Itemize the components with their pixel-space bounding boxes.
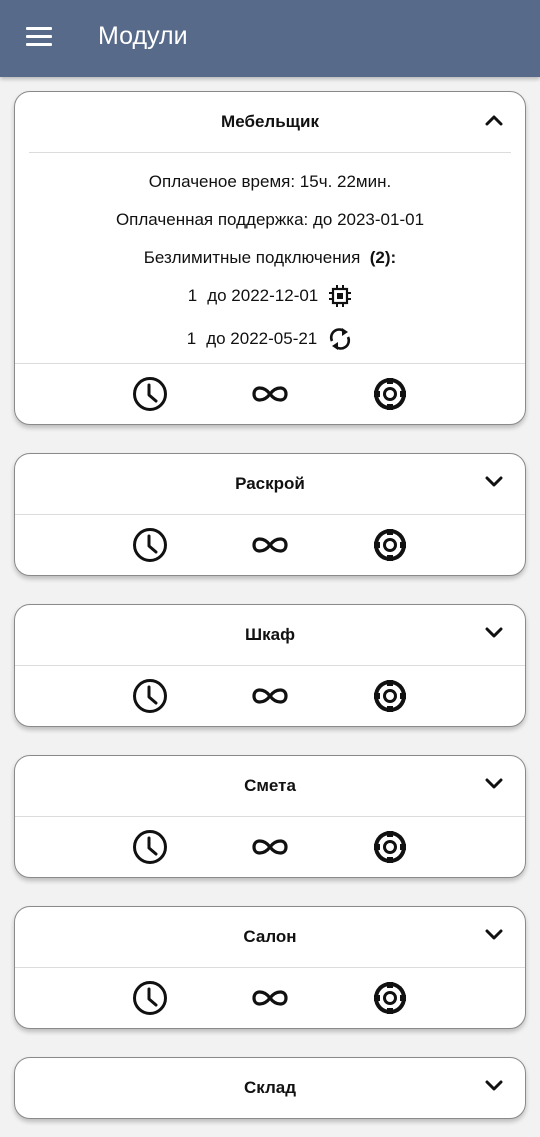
module-header[interactable]: Склад bbox=[15, 1058, 525, 1118]
paid-time: Оплаченое время: 15ч. 22мин. bbox=[148, 172, 392, 191]
module-card: Мебельщик Оплаченое время: 15ч. 22мин. О… bbox=[14, 91, 526, 425]
module-header[interactable]: Шкаф bbox=[15, 605, 525, 665]
lifebuoy-icon[interactable] bbox=[330, 376, 450, 412]
connection-item: 1 до 2022-12-01 bbox=[15, 277, 525, 315]
chevron-down-icon[interactable] bbox=[485, 1080, 503, 1092]
module-details: Оплаченое время: 15ч. 22мин. Оплаченная … bbox=[15, 153, 525, 363]
module-actions bbox=[15, 515, 525, 575]
module-title: Раскрой bbox=[235, 474, 305, 493]
lifebuoy-icon[interactable] bbox=[330, 678, 450, 714]
infinity-icon[interactable] bbox=[210, 533, 330, 557]
chevron-up-icon[interactable] bbox=[485, 114, 503, 126]
unlimited-label: Безлимитные подключения bbox=[143, 248, 361, 267]
module-card: Смета bbox=[14, 755, 526, 878]
chip-icon bbox=[329, 285, 352, 307]
infinity-icon[interactable] bbox=[210, 382, 330, 406]
clock-icon[interactable] bbox=[90, 829, 210, 865]
page-title: Модули bbox=[98, 22, 188, 50]
clock-icon[interactable] bbox=[90, 678, 210, 714]
lifebuoy-icon[interactable] bbox=[330, 527, 450, 563]
module-title: Смета bbox=[244, 776, 296, 795]
module-header[interactable]: Мебельщик bbox=[15, 92, 525, 152]
module-title: Склад bbox=[243, 1078, 297, 1097]
clock-icon[interactable] bbox=[90, 980, 210, 1016]
module-title: Мебельщик bbox=[221, 112, 319, 131]
refresh-icon bbox=[330, 328, 351, 350]
chevron-down-icon[interactable] bbox=[485, 929, 503, 941]
connection-count: 1 bbox=[186, 329, 197, 348]
clock-icon[interactable] bbox=[90, 376, 210, 412]
module-header[interactable]: Раскрой bbox=[15, 454, 525, 514]
connection-count: 1 bbox=[187, 286, 198, 305]
connection-until: до 2022-12-01 bbox=[207, 286, 319, 305]
module-header[interactable]: Смета bbox=[15, 756, 525, 816]
connection-until: до 2022-05-21 bbox=[206, 329, 318, 348]
modules-list: Мебельщик Оплаченое время: 15ч. 22мин. О… bbox=[0, 77, 540, 1119]
module-actions bbox=[15, 968, 525, 1028]
infinity-icon[interactable] bbox=[210, 986, 330, 1010]
module-header[interactable]: Салон bbox=[15, 907, 525, 967]
module-title: Шкаф bbox=[245, 625, 295, 644]
app-bar: Модули bbox=[0, 0, 540, 77]
clock-icon[interactable] bbox=[90, 527, 210, 563]
module-card: Шкаф bbox=[14, 604, 526, 727]
module-actions bbox=[15, 364, 525, 424]
paid-support: Оплаченная поддержка: до 2023-01-01 bbox=[115, 210, 425, 229]
module-card: Салон bbox=[14, 906, 526, 1029]
unlimited-count: (2): bbox=[369, 248, 397, 267]
chevron-down-icon[interactable] bbox=[485, 627, 503, 639]
infinity-icon[interactable] bbox=[210, 835, 330, 859]
module-actions bbox=[15, 817, 525, 877]
lifebuoy-icon[interactable] bbox=[330, 829, 450, 865]
infinity-icon[interactable] bbox=[210, 684, 330, 708]
module-card: Раскрой bbox=[14, 453, 526, 576]
lifebuoy-icon[interactable] bbox=[330, 980, 450, 1016]
module-actions bbox=[15, 666, 525, 726]
connection-item: 1 до 2022-05-21 bbox=[15, 315, 525, 363]
module-card: Склад bbox=[14, 1057, 526, 1119]
unlimited-connections: Безлимитные подключения (2): bbox=[15, 239, 525, 277]
chevron-down-icon[interactable] bbox=[485, 476, 503, 488]
module-title: Салон bbox=[243, 927, 297, 946]
chevron-down-icon[interactable] bbox=[485, 778, 503, 790]
menu-icon[interactable] bbox=[26, 26, 52, 47]
